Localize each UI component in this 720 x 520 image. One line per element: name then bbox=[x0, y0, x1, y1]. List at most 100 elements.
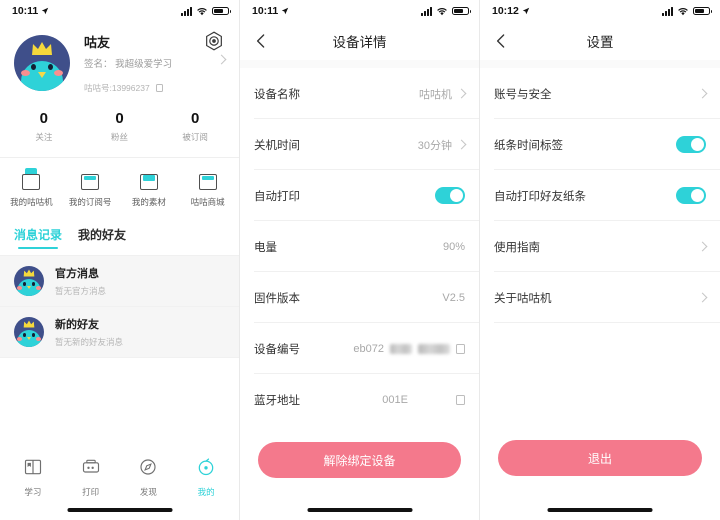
profile-header[interactable]: 咕友 签名： 我超级爱学习 咕咕号:13996237 bbox=[0, 22, 239, 98]
row-label: 关于咕咕机 bbox=[494, 292, 552, 305]
tab-my-friends[interactable]: 我的好友 bbox=[78, 226, 126, 249]
row-auto-print-friend-note[interactable]: 自动打印好友纸条 bbox=[480, 170, 720, 221]
row-right: 咕咕机 bbox=[419, 86, 467, 102]
home-indicator bbox=[307, 508, 412, 512]
chevron-right-icon[interactable] bbox=[697, 292, 708, 303]
stat-followers[interactable]: 0 粉丝 bbox=[82, 110, 158, 143]
quick-entry-shop[interactable]: 咕咕商城 bbox=[178, 168, 237, 208]
row-note-timestamp[interactable]: 纸条时间标签 bbox=[480, 119, 720, 170]
page-title: 设备详情 bbox=[332, 35, 387, 50]
printer-icon bbox=[82, 459, 99, 473]
row-label: 设备编号 bbox=[254, 343, 300, 356]
profile-name: 咕友 bbox=[84, 35, 111, 50]
auto-print-toggle[interactable] bbox=[435, 187, 465, 204]
message-tabs: 消息记录 我的好友 bbox=[0, 216, 239, 255]
section-spacer bbox=[240, 60, 479, 68]
chevron-right-icon[interactable] bbox=[456, 139, 467, 150]
chevron-right-icon[interactable] bbox=[697, 241, 708, 252]
bottom-nav-print[interactable]: 打印 bbox=[62, 457, 120, 498]
cellular-signal-icon bbox=[662, 6, 673, 16]
status-bar-time-group: 10:11 bbox=[12, 5, 49, 17]
wifi-icon bbox=[437, 7, 447, 15]
chevron-left-icon[interactable] bbox=[252, 32, 270, 50]
wifi-icon bbox=[197, 7, 207, 15]
avatar-eye-right bbox=[48, 64, 53, 70]
auto-print-friend-note-toggle[interactable] bbox=[676, 187, 706, 204]
profile-stats: 0 关注 0 粉丝 0 被订阅 bbox=[0, 98, 239, 157]
message-text: 官方消息 暂无官方消息 bbox=[55, 265, 106, 297]
row-device-name[interactable]: 设备名称 咕咕机 bbox=[240, 68, 479, 119]
profile-info: 咕友 签名： 我超级爱学习 咕咕号:13996237 bbox=[84, 32, 227, 94]
nav-bar: 设置 bbox=[480, 22, 720, 60]
row-bluetooth-address[interactable]: 蓝牙地址 001E bbox=[240, 374, 479, 425]
status-bar-indicators bbox=[662, 6, 712, 16]
unbind-device-button[interactable]: 解除绑定设备 bbox=[258, 442, 461, 478]
row-device-serial[interactable]: 设备编号 eb072 bbox=[240, 323, 479, 374]
profile-signature: 签名： 我超级爱学习 bbox=[84, 59, 173, 70]
status-bar: 10:11 bbox=[240, 0, 479, 22]
row-shutdown-time[interactable]: 关机时间 30分钟 bbox=[240, 119, 479, 170]
stat-label: 粉丝 bbox=[111, 132, 129, 142]
bottom-nav-label: 打印 bbox=[82, 487, 100, 497]
list-item[interactable]: 官方消息 暂无官方消息 bbox=[0, 256, 239, 307]
tab-message-log[interactable]: 消息记录 bbox=[14, 226, 62, 249]
row-label: 自动打印 bbox=[254, 190, 300, 203]
chevron-left-icon[interactable] bbox=[492, 32, 510, 50]
avatar-crown-icon bbox=[32, 42, 52, 55]
message-title: 官方消息 bbox=[55, 268, 99, 280]
cellular-signal-icon bbox=[421, 6, 432, 16]
quick-entry-subscription[interactable]: 我的订阅号 bbox=[61, 168, 120, 208]
location-arrow-icon bbox=[282, 7, 289, 15]
stat-value: 0 bbox=[39, 110, 48, 127]
chevron-right-icon[interactable] bbox=[456, 88, 467, 99]
bottom-nav-study[interactable]: 学习 bbox=[4, 457, 62, 498]
quick-entries: 我的咕咕机 我的订阅号 我的素材 咕咕商城 bbox=[0, 157, 239, 216]
profile-icon bbox=[198, 458, 214, 476]
row-account-security[interactable]: 账号与安全 bbox=[480, 68, 720, 119]
quick-entry-material[interactable]: 我的素材 bbox=[120, 168, 179, 208]
row-firmware-version: 固件版本 V2.5 bbox=[240, 272, 479, 323]
row-auto-print[interactable]: 自动打印 bbox=[240, 170, 479, 221]
row-user-guide[interactable]: 使用指南 bbox=[480, 221, 720, 272]
wifi-icon bbox=[678, 7, 688, 15]
list-item[interactable]: 新的好友 暂无新的好友消息 bbox=[0, 307, 239, 358]
home-indicator bbox=[547, 508, 653, 512]
quick-entry-my-printer[interactable]: 我的咕咕机 bbox=[2, 168, 61, 208]
screenshot-root: 10:11 咕友 签名： 我超级爱学习 咕咕号:13996237 0 关注 0 … bbox=[0, 0, 720, 520]
location-arrow-icon bbox=[42, 7, 49, 15]
user-avatar[interactable] bbox=[14, 35, 70, 91]
status-bar-time-group: 10:12 bbox=[492, 5, 530, 17]
row-about-app[interactable]: 关于咕咕机 bbox=[480, 272, 720, 323]
bottom-nav-mine[interactable]: 我的 bbox=[177, 457, 235, 498]
status-bar-indicators bbox=[421, 6, 471, 16]
profile-id-row: 咕咕号:13996237 bbox=[84, 82, 227, 94]
row-value: eb072 bbox=[353, 342, 384, 355]
message-subtitle: 暂无官方消息 bbox=[55, 286, 107, 296]
status-bar-time-group: 10:11 bbox=[252, 5, 289, 17]
status-bar: 10:11 bbox=[0, 0, 239, 22]
row-label: 蓝牙地址 bbox=[254, 394, 300, 407]
avatar-cheek-left bbox=[21, 70, 30, 76]
copy-icon[interactable] bbox=[454, 392, 465, 405]
row-value: 咕咕机 bbox=[419, 88, 452, 101]
copy-icon[interactable] bbox=[153, 82, 165, 94]
row-right: eb072 bbox=[353, 341, 465, 355]
bottom-nav-label: 我的 bbox=[197, 487, 215, 497]
bottom-nav-label: 学习 bbox=[24, 487, 42, 497]
battery-icon bbox=[693, 6, 712, 16]
row-label: 设备名称 bbox=[254, 88, 300, 101]
material-icon bbox=[139, 168, 159, 190]
copy-icon[interactable] bbox=[454, 341, 465, 354]
stat-subscribed[interactable]: 0 被订阅 bbox=[157, 110, 233, 143]
row-label: 电量 bbox=[254, 241, 277, 254]
chevron-right-icon[interactable] bbox=[697, 88, 708, 99]
row-right: 001E bbox=[382, 392, 465, 406]
stat-value: 0 bbox=[115, 110, 124, 127]
stat-following[interactable]: 0 关注 bbox=[6, 110, 82, 143]
bottom-nav-discover[interactable]: 发现 bbox=[120, 457, 178, 498]
message-list: 官方消息 暂无官方消息 新的好友 暂无新的好友消息 bbox=[0, 255, 239, 358]
note-timestamp-toggle[interactable] bbox=[676, 136, 706, 153]
logout-button[interactable]: 退出 bbox=[498, 440, 702, 476]
redacted-serial-part-1 bbox=[390, 343, 412, 354]
avatar-cheek-right bbox=[54, 70, 63, 76]
